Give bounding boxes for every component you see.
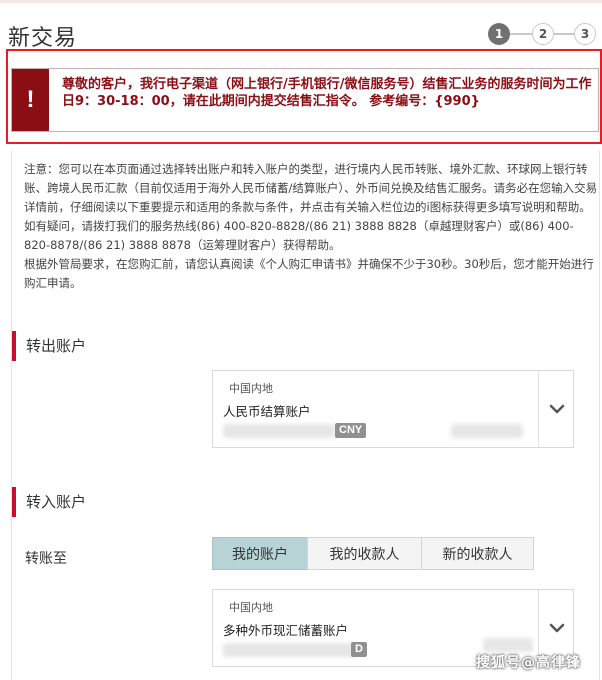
masked-account-number — [223, 424, 335, 438]
top-strip — [0, 0, 602, 3]
notice-paragraph: 根据外管局要求，在您购汇前，请您认真阅读《个人购汇申请书》并确保不少于30秒。3… — [24, 257, 594, 290]
notice-text: 注意：您可以在本页面通过选择转出账户和转入账户的类型，进行境内人民币转账、境外汇… — [24, 160, 598, 293]
account-region: 中国内地 — [229, 601, 273, 614]
account-region: 中国内地 — [229, 382, 273, 395]
masked-account-number — [223, 643, 358, 657]
step-2: 2 — [532, 23, 554, 45]
from-account-select[interactable]: 中国内地 人民币结算账户 CNY — [212, 370, 574, 448]
exclamation-icon: ! — [12, 69, 49, 131]
tab-my-payees[interactable]: 我的收款人 — [307, 537, 422, 570]
alert-text: 尊敬的客户，我行电子渠道（网上银行/手机银行/微信服务号）结售汇业务的服务时间为… — [62, 77, 592, 109]
service-hours-alert: ! 尊敬的客户，我行电子渠道（网上银行/手机银行/微信服务号）结售汇业务的服务时… — [6, 49, 602, 144]
tab-new-payee[interactable]: 新的收款人 — [421, 537, 534, 570]
masked-balance — [451, 424, 523, 438]
account-type: 人民币结算账户 — [223, 404, 311, 419]
tab-my-accounts[interactable]: 我的账户 — [212, 537, 308, 570]
step-connector — [554, 33, 574, 35]
step-indicator: 1 2 3 — [488, 23, 596, 45]
currency-badge: CNY — [335, 423, 367, 438]
to-account-heading: 转入账户 — [12, 487, 212, 517]
payee-tabs: 我的账户 我的收款人 新的收款人 — [212, 537, 534, 570]
page-title: 新交易 — [8, 26, 78, 51]
account-type: 多种外币现汇储蓄账户 — [223, 623, 349, 638]
alert-inner: ! 尊敬的客户，我行电子渠道（网上银行/手机银行/微信服务号）结售汇业务的服务时… — [11, 68, 599, 132]
from-account-heading: 转出账户 — [12, 331, 212, 361]
notice-paragraph: 注意：您可以在本页面通过选择转出账户和转入账户的类型，进行境内人民币转账、境外汇… — [24, 162, 598, 252]
currency-badge: D — [351, 642, 367, 657]
step-1: 1 — [488, 23, 510, 45]
masked-balance — [483, 638, 533, 652]
chevron-down-icon[interactable] — [539, 371, 574, 447]
step-3: 3 — [574, 23, 596, 45]
step-connector — [510, 33, 534, 35]
transfer-to-label: 转账至 — [25, 551, 67, 567]
watermark: 搜狐号@高律锋 — [476, 655, 581, 671]
